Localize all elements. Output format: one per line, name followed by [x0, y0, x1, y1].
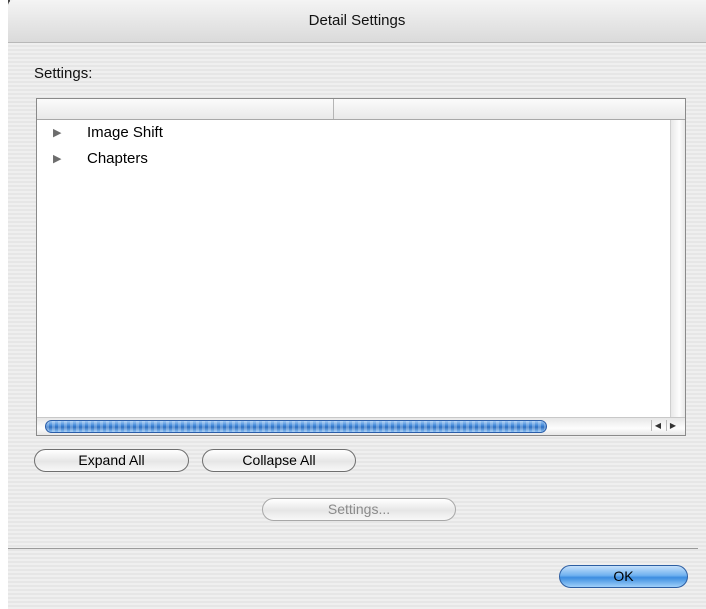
scroll-left-icon[interactable]: ◀	[651, 420, 664, 431]
vertical-scrollbar[interactable]	[670, 120, 685, 418]
window-title: Detail Settings	[308, 12, 406, 29]
column-header-2[interactable]	[334, 99, 684, 119]
tree-row-label: Image Shift	[87, 124, 163, 141]
disclosure-triangle-icon[interactable]: ▶	[53, 146, 61, 172]
expand-all-button[interactable]: Expand All	[34, 449, 189, 472]
scroll-arrows: ◀ ▶	[649, 420, 679, 431]
divider	[8, 548, 698, 549]
title-bar[interactable]: Detail Settings	[8, 0, 706, 43]
scroll-right-icon[interactable]: ▶	[666, 420, 679, 431]
settings-button[interactable]: Settings...	[262, 498, 456, 521]
tree-row-chapters[interactable]: ▶ Chapters	[37, 146, 669, 172]
detail-settings-dialog: Detail Settings Settings: ▶ Image Shift …	[8, 0, 706, 609]
tree-row-label: Chapters	[87, 150, 148, 167]
disclosure-triangle-icon[interactable]: ▶	[53, 120, 61, 146]
horizontal-scroll-thumb[interactable]	[45, 420, 547, 433]
table-header	[37, 99, 685, 120]
column-header-1[interactable]	[37, 99, 334, 119]
settings-table: ▶ Image Shift ▶ Chapters ◀ ▶	[36, 98, 686, 436]
horizontal-scrollbar[interactable]: ◀ ▶	[37, 417, 685, 435]
table-rows: ▶ Image Shift ▶ Chapters	[37, 120, 669, 172]
window-corner	[0, 0, 10, 609]
collapse-all-button[interactable]: Collapse All	[202, 449, 356, 472]
ok-button[interactable]: OK	[559, 565, 688, 588]
tree-row-image-shift[interactable]: ▶ Image Shift	[37, 120, 669, 146]
settings-label: Settings:	[34, 65, 93, 82]
